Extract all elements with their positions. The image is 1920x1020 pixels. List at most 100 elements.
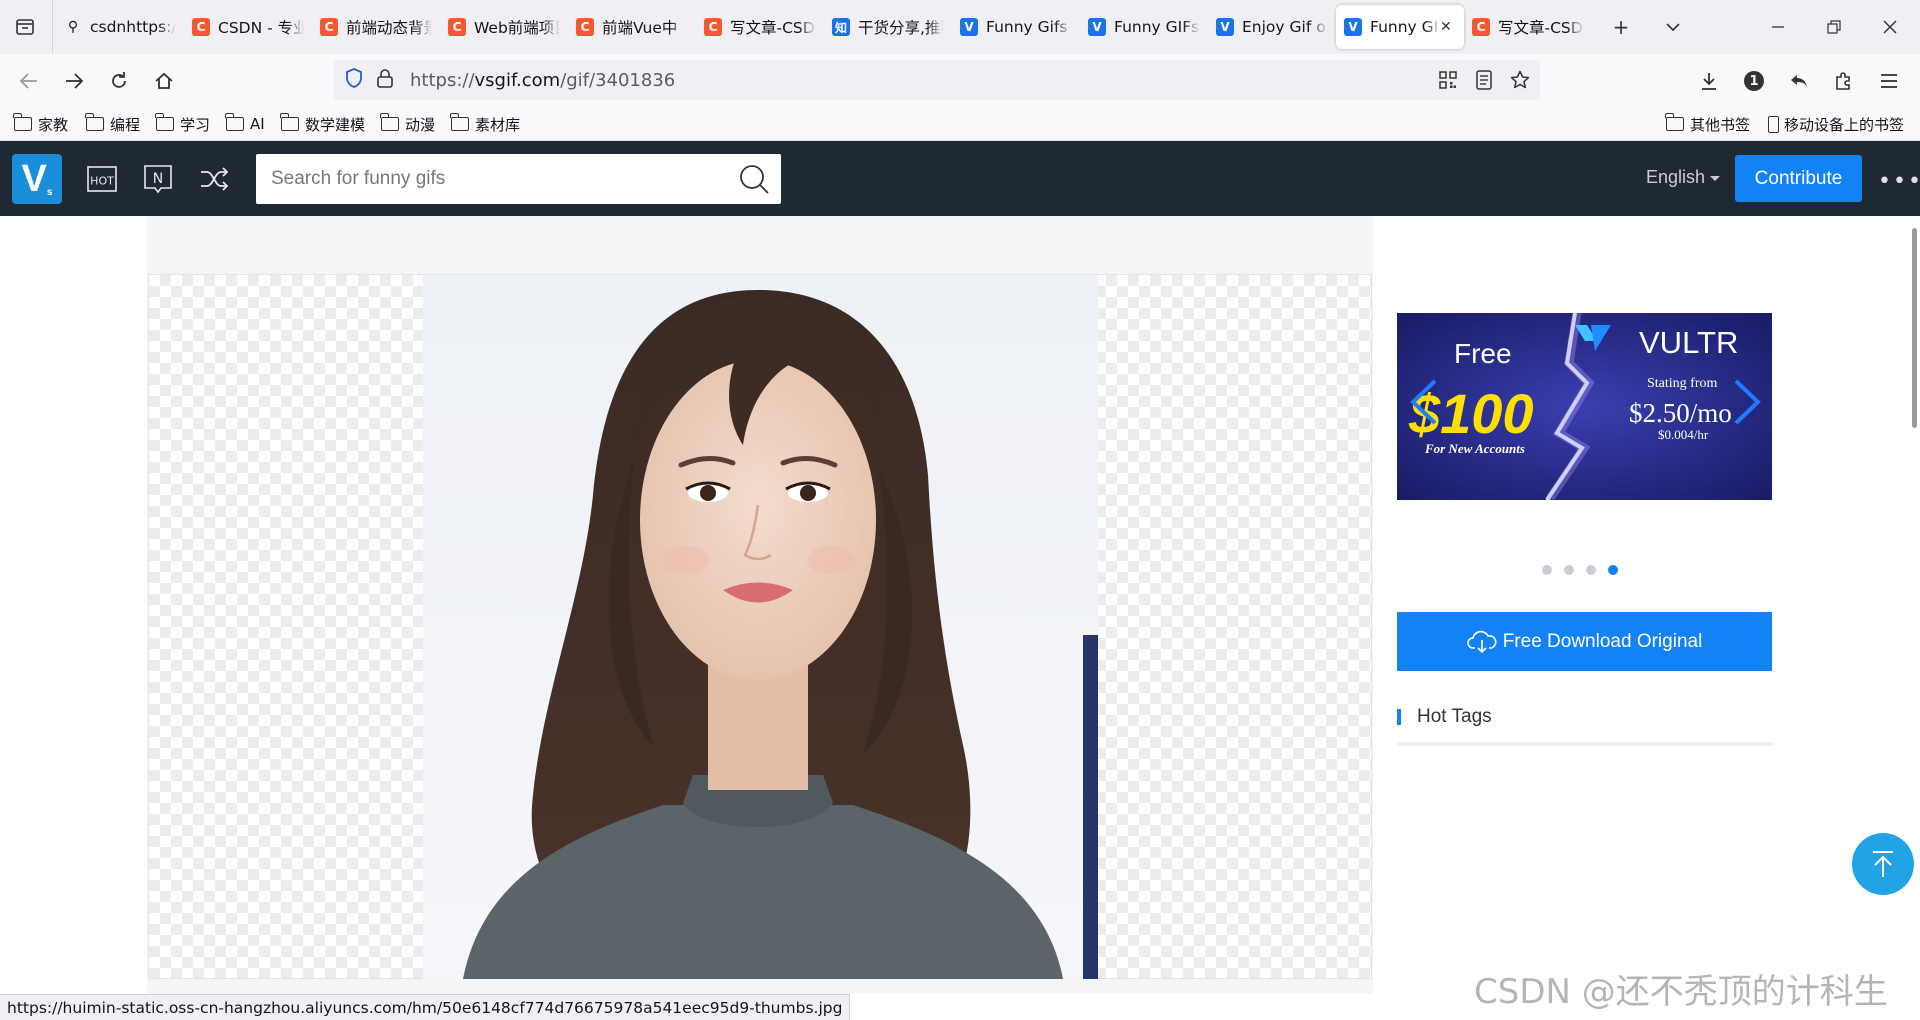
reader-view-icon[interactable] bbox=[1472, 68, 1496, 92]
tab[interactable]: 知干货分享,推荐 bbox=[824, 5, 952, 49]
hot-tags-section: Hot Tags bbox=[1397, 704, 1772, 746]
cloud-download-icon bbox=[1466, 630, 1497, 653]
bookmark-label: AI bbox=[250, 115, 265, 133]
free-download-button[interactable]: Free Download Original bbox=[1397, 612, 1772, 671]
extension-badge-button[interactable]: 1 bbox=[1737, 64, 1771, 98]
carousel-next-icon[interactable] bbox=[1732, 377, 1762, 427]
back-to-top-button[interactable] bbox=[1852, 833, 1914, 895]
tab[interactable]: ⚲ csdnhttps:// bbox=[56, 5, 184, 49]
tab-title: 写文章-CSDN bbox=[730, 19, 816, 37]
tab[interactable]: V Funny Gifs bbox=[952, 5, 1080, 49]
tab-title: Funny GIF bbox=[1370, 18, 1440, 36]
tab-active[interactable]: V Funny GIF ✕ bbox=[1336, 5, 1464, 49]
tab[interactable]: C 写文章-CSDN bbox=[1464, 5, 1592, 49]
tab[interactable]: C 前端动态背景 bbox=[312, 5, 440, 49]
back-button[interactable] bbox=[12, 64, 46, 98]
section-accent-bar bbox=[1397, 709, 1401, 725]
page-scrollbar[interactable] bbox=[1912, 228, 1917, 428]
bookmark-folder[interactable]: 素材库 bbox=[450, 113, 520, 135]
app-menu-button[interactable] bbox=[1872, 64, 1906, 98]
downloads-button[interactable] bbox=[1692, 64, 1726, 98]
language-selector[interactable]: English bbox=[1646, 167, 1720, 188]
contribute-button[interactable]: Contribute bbox=[1735, 155, 1862, 202]
tab[interactable]: C 前端Vue中 bbox=[568, 5, 696, 49]
bookmark-folder[interactable]: 数学建模 bbox=[280, 113, 366, 135]
csdn-favicon: C bbox=[320, 18, 338, 36]
tab-title: Enjoy Gif on bbox=[1242, 18, 1328, 36]
close-tab-icon[interactable]: ✕ bbox=[1440, 19, 1456, 35]
list-all-tabs-button[interactable] bbox=[1657, 11, 1689, 43]
tracking-protection-shield-icon[interactable] bbox=[344, 67, 370, 93]
shuffle-icon[interactable] bbox=[198, 163, 230, 195]
folder-icon bbox=[155, 113, 174, 131]
carousel-dot[interactable] bbox=[1542, 565, 1552, 575]
new-tab-button[interactable]: + bbox=[1605, 11, 1637, 43]
csdn-favicon: C bbox=[576, 18, 594, 36]
undo-button[interactable] bbox=[1782, 64, 1816, 98]
hot-icon[interactable]: HOT bbox=[86, 163, 118, 195]
ad-for-new: For New Accounts bbox=[1425, 441, 1525, 456]
bookmark-folder[interactable]: AI bbox=[225, 113, 265, 135]
puzzle-icon bbox=[1836, 72, 1850, 90]
extensions-button[interactable] bbox=[1827, 64, 1861, 98]
carousel-dot-active[interactable] bbox=[1608, 565, 1618, 575]
forward-button[interactable] bbox=[57, 64, 91, 98]
carousel-prev-icon[interactable] bbox=[1409, 377, 1439, 427]
new-icon[interactable]: N bbox=[142, 163, 174, 195]
tab-title: Web前端项目 bbox=[474, 19, 560, 37]
bookmark-folder[interactable]: 动漫 bbox=[380, 113, 435, 135]
tab[interactable]: V Enjoy Gif on bbox=[1208, 5, 1336, 49]
tab-title: 前端Vue中 bbox=[602, 19, 678, 37]
search-input[interactable] bbox=[256, 154, 716, 204]
other-bookmarks-folder[interactable]: 其他书签 bbox=[1665, 113, 1750, 135]
gif-image[interactable] bbox=[423, 275, 1098, 979]
mobile-bookmarks-folder[interactable]: 移动设备上的书签 bbox=[1768, 113, 1904, 135]
tab[interactable]: C Web前端项目 bbox=[440, 5, 568, 49]
status-bar-url: https://huimin-static.oss-cn-hangzhou.al… bbox=[0, 994, 851, 1020]
carousel-dot[interactable] bbox=[1586, 565, 1596, 575]
csdn-favicon: C bbox=[192, 18, 210, 36]
vsgif-favicon: V bbox=[1216, 18, 1234, 36]
advertisement-carousel[interactable]: Free $100 For New Accounts VULTR Stating… bbox=[1397, 313, 1772, 500]
bookmark-folder[interactable]: 家教 bbox=[13, 113, 68, 135]
tab[interactable]: C CSDN - 专业开发者社区 bbox=[184, 5, 312, 49]
bookmark-star-icon[interactable] bbox=[1508, 68, 1532, 92]
bookmark-label: 数学建模 bbox=[305, 115, 366, 134]
logo-sub: s bbox=[46, 186, 53, 198]
bookmark-folder[interactable]: 编程 bbox=[85, 113, 140, 135]
more-options-icon[interactable]: ••• bbox=[1878, 169, 1920, 194]
mobile-device-icon bbox=[1768, 115, 1779, 133]
tab-list-button[interactable] bbox=[8, 11, 42, 43]
restore-button[interactable] bbox=[1818, 11, 1850, 43]
lock-icon[interactable] bbox=[376, 68, 402, 92]
close-window-button[interactable] bbox=[1874, 11, 1906, 43]
folder-icon bbox=[380, 113, 399, 131]
site-logo[interactable]: Vs bbox=[12, 154, 62, 204]
csdn-favicon: C bbox=[704, 18, 722, 36]
download-label: Free Download Original bbox=[1502, 630, 1703, 652]
qr-code-icon[interactable] bbox=[1436, 68, 1460, 92]
search-icon: ⚲ bbox=[67, 19, 79, 35]
tab[interactable]: V Funny GIFs bbox=[1080, 5, 1208, 49]
search-icon[interactable] bbox=[737, 162, 771, 196]
zhihu-favicon: 知 bbox=[832, 18, 850, 36]
badge-count: 1 bbox=[1749, 73, 1759, 89]
home-button[interactable] bbox=[147, 64, 181, 98]
tab[interactable]: C 写文章-CSDN bbox=[696, 5, 824, 49]
carousel-dot[interactable] bbox=[1564, 565, 1574, 575]
bookmark-label: 学习 bbox=[180, 115, 211, 134]
arrow-left-icon bbox=[19, 73, 37, 89]
url-text[interactable]: https://vsgif.com/gif/3401836 bbox=[410, 70, 675, 91]
ad-brand: VULTR bbox=[1639, 325, 1739, 360]
minimize-button[interactable] bbox=[1762, 11, 1794, 43]
url-bar[interactable]: https://vsgif.com/gif/3401836 bbox=[334, 60, 1540, 100]
url-domain: vsgif.com bbox=[474, 69, 561, 91]
tab-strip: ⚲ csdnhttps:// C CSDN - 专业开发者社区 C 前端动态背景 C Web前… bbox=[56, 5, 1592, 49]
reload-button[interactable] bbox=[102, 64, 136, 98]
reload-icon bbox=[112, 72, 126, 88]
tab-title: CSDN - 专业开发者社区 bbox=[218, 19, 304, 37]
tab-title: 前端动态背景 bbox=[346, 19, 432, 37]
bookmark-folder[interactable]: 学习 bbox=[155, 113, 211, 135]
navigation-toolbar: https://vsgif.com/gif/3401836 1 bbox=[0, 54, 1920, 107]
vsgif-favicon: V bbox=[960, 18, 978, 36]
